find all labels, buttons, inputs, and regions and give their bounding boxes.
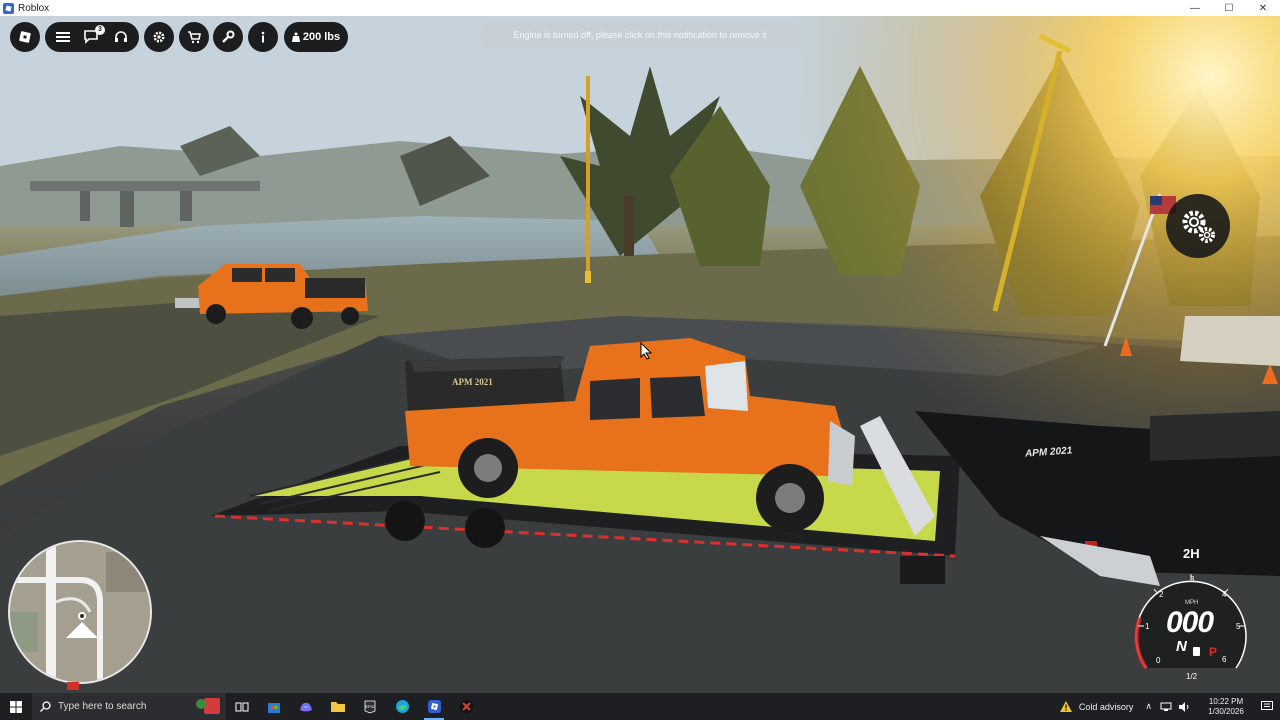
copilot-icon (300, 702, 312, 711)
edge-icon (395, 700, 409, 713)
minimap-marker (67, 682, 79, 690)
gift-bow-icon (196, 699, 206, 709)
roblox-icon (427, 700, 441, 713)
hamburger-menu-icon (56, 32, 70, 42)
menu-chat-voice-group: 3 (45, 22, 139, 52)
windows-taskbar: Type here to search EPIC Cold advisory ∧… (0, 693, 1280, 720)
taskbar-search-box[interactable]: Type here to search (32, 693, 226, 720)
epic-games-icon: EPIC (364, 700, 376, 713)
gears-icon (1182, 210, 1215, 243)
info-button[interactable] (248, 22, 278, 52)
tick-6: 6 (1222, 655, 1227, 664)
vehicle-settings-button[interactable] (1166, 194, 1230, 258)
roblox-studio-button[interactable] (450, 693, 482, 720)
network-icon[interactable] (1160, 702, 1172, 712)
gift-icon (204, 698, 220, 714)
microsoft-store-icon (268, 702, 280, 713)
weather-widget[interactable]: Cold advisory (1059, 700, 1134, 713)
task-view-button[interactable] (226, 693, 258, 720)
epic-games-button[interactable]: EPIC (354, 693, 386, 720)
game-viewport[interactable]: APM 2021 APM 2021 (0, 16, 1280, 693)
window-title: Roblox (18, 2, 50, 14)
roblox-menu-icon (19, 31, 31, 43)
svg-text:EPIC: EPIC (365, 704, 374, 709)
shop-button[interactable] (179, 22, 209, 52)
task-view-icon (235, 702, 249, 711)
headset-icon (115, 31, 127, 42)
tick-0: 0 (1156, 656, 1161, 665)
roblox-app-icon (3, 2, 14, 14)
cart-icon (188, 31, 201, 44)
chat-button[interactable]: 3 (84, 25, 105, 44)
file-explorer-icon (331, 702, 345, 712)
fuel-icon (1193, 647, 1200, 656)
minimize-button[interactable]: — (1178, 0, 1212, 16)
tick-2: 2 (1159, 590, 1164, 599)
roblox-studio-icon (459, 700, 473, 713)
window-titlebar: Roblox — ☐ ✕ (0, 0, 1280, 16)
close-button[interactable]: ✕ (1246, 0, 1280, 16)
start-button[interactable] (0, 693, 32, 720)
tick-1: 1 (1145, 622, 1150, 631)
wrench-icon (222, 30, 235, 43)
microsoft-store-button[interactable] (258, 693, 290, 720)
hamburger-menu-button[interactable] (56, 31, 70, 43)
minimap[interactable] (8, 540, 152, 684)
search-placeholder: Type here to search (58, 701, 147, 712)
chat-badge: 3 (95, 25, 105, 35)
park-indicator: P (1209, 645, 1218, 659)
info-icon (261, 31, 265, 43)
engine-notification[interactable]: Engine is turned off, please click on th… (483, 22, 797, 48)
tick-4: 4 (1222, 590, 1227, 599)
windows-logo-icon (10, 700, 22, 713)
notification-icon (1261, 701, 1273, 710)
settings-icon (153, 31, 165, 43)
file-explorer-button[interactable] (322, 693, 354, 720)
tools-button[interactable] (213, 22, 243, 52)
speed-readout: 000 (1166, 606, 1214, 639)
tick-3: 3 (1190, 575, 1195, 584)
search-icon (40, 701, 51, 712)
weather-label: Cold advisory (1078, 701, 1134, 712)
roblox-menu-button[interactable] (10, 22, 40, 52)
fuel-fraction: 1/2 (1186, 672, 1198, 681)
settings-button[interactable] (144, 22, 174, 52)
show-hidden-icons-icon[interactable]: ∧ (1145, 701, 1152, 712)
player-dot (78, 612, 86, 620)
cargo-weight-display: 200 lbs (284, 22, 348, 52)
edge-button[interactable] (386, 693, 418, 720)
clock[interactable]: 10:22 PM 1/30/2026 (1198, 697, 1254, 717)
maximize-button[interactable]: ☐ (1212, 0, 1246, 16)
clock-time: 10:22 PM (1208, 696, 1244, 706)
tick-5: 5 (1236, 622, 1241, 631)
weight-icon (291, 32, 300, 42)
warning-icon (1059, 701, 1072, 712)
clock-date: 1/30/2026 (1208, 706, 1244, 716)
truck-bed-label: APM 2021 (452, 377, 493, 387)
volume-icon[interactable] (1178, 701, 1190, 712)
copilot-button[interactable] (290, 693, 322, 720)
window-controls: — ☐ ✕ (1178, 0, 1280, 16)
voice-chat-button[interactable] (114, 30, 128, 44)
mouse-cursor-icon (640, 342, 652, 360)
roblox-taskbar-button[interactable] (418, 693, 450, 720)
notification-center-button[interactable] (1254, 701, 1280, 712)
gear-indicator: N (1176, 638, 1187, 655)
player-arrow-icon (66, 622, 98, 638)
system-tray: Cold advisory ∧ 10:22 PM 1/30/2026 (1059, 693, 1280, 720)
weight-label: 200 lbs (302, 31, 341, 43)
drive-mode-indicator: 2H (1183, 546, 1200, 561)
